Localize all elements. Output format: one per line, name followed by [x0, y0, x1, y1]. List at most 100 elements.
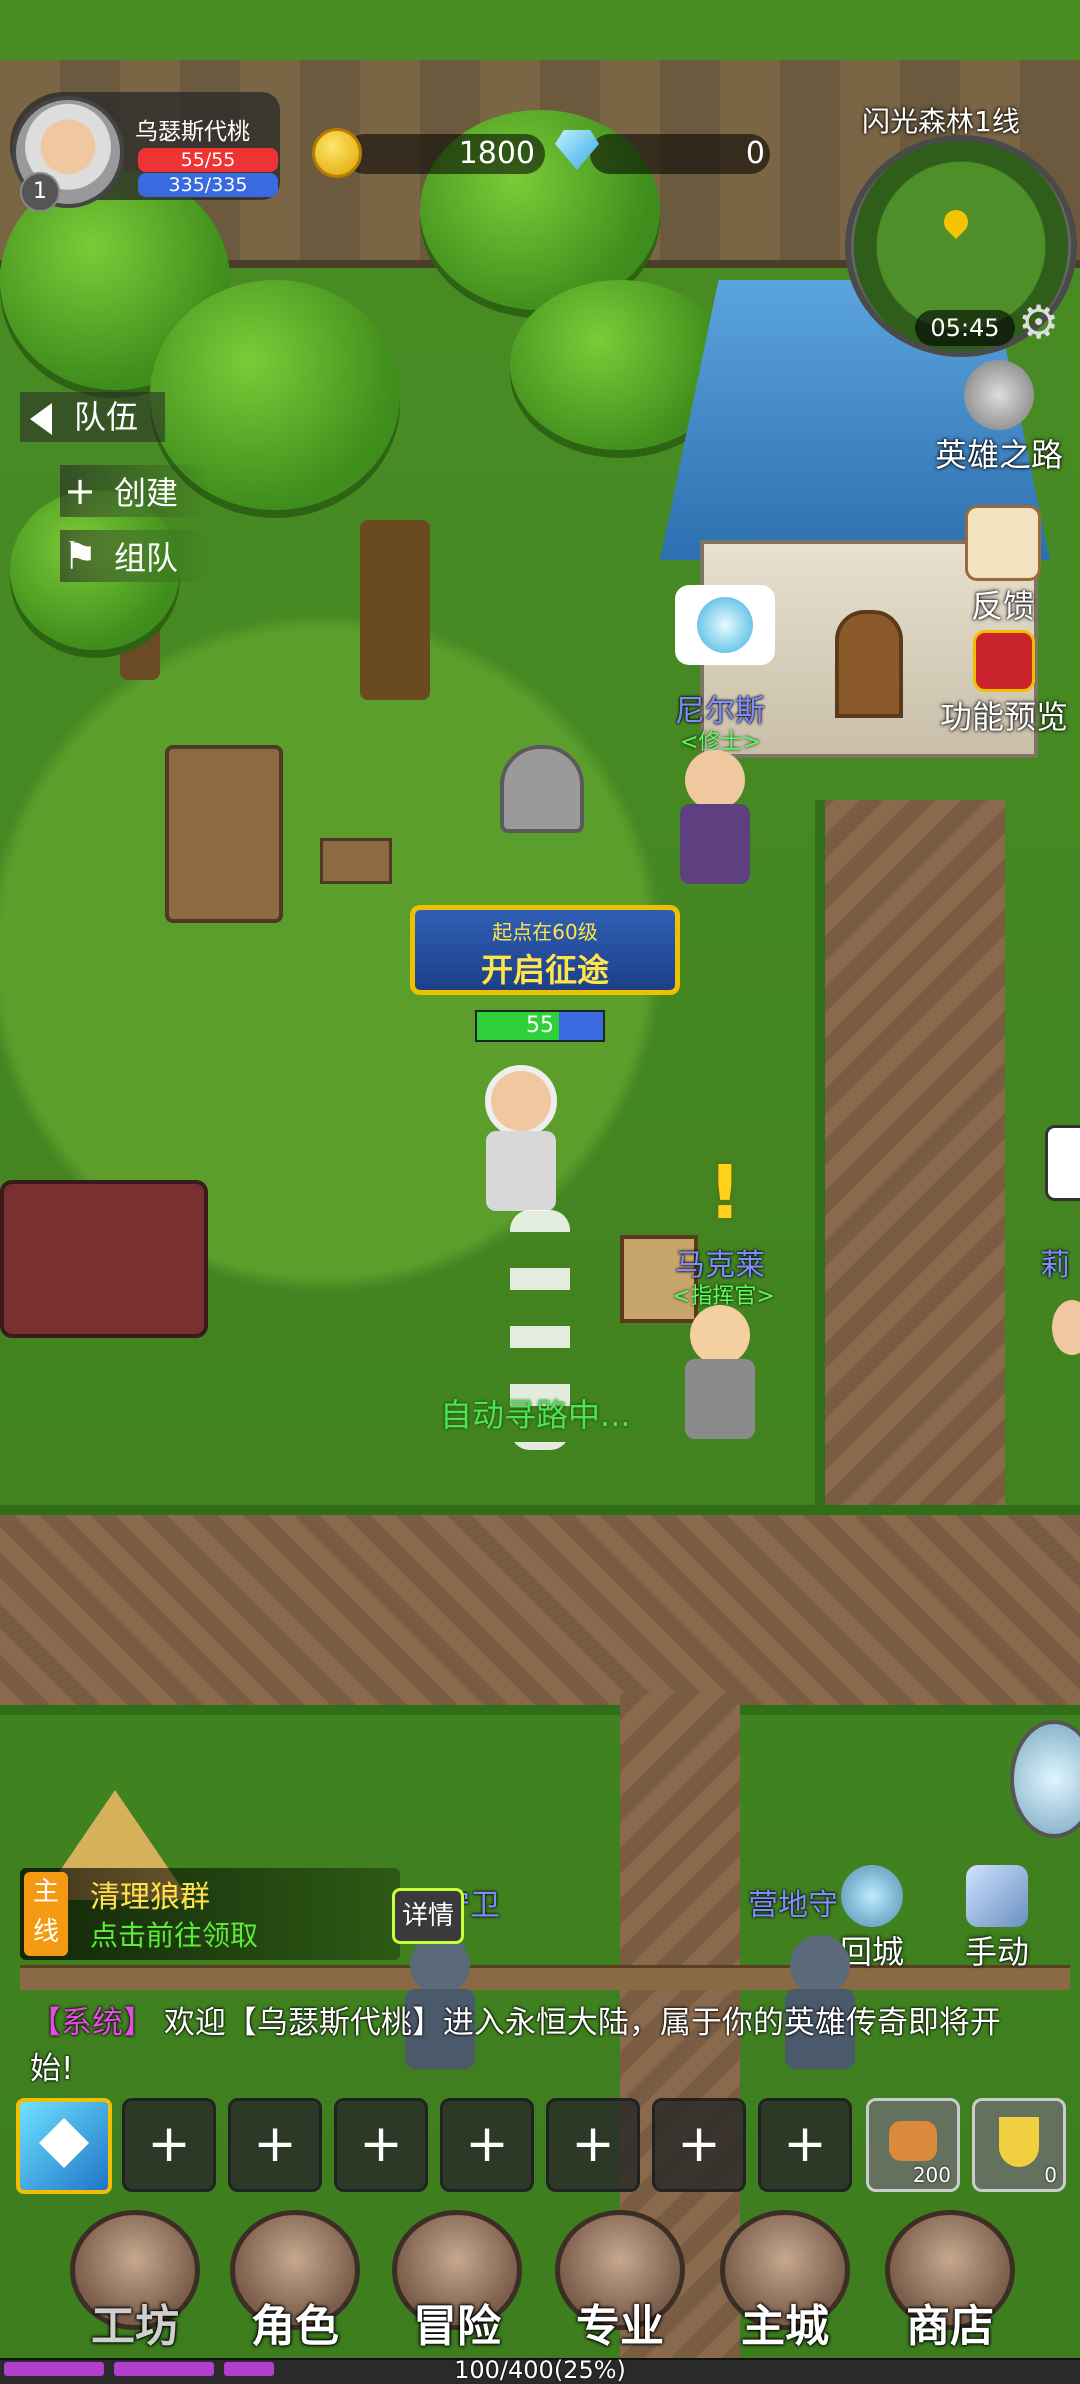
nav-label: 工坊	[91, 2301, 179, 2352]
banner-title: 开启征途	[480, 951, 609, 989]
npc-bubble[interactable]	[675, 585, 775, 665]
potion-item-slot[interactable]: 0	[972, 2098, 1066, 2192]
nav-label: 角色	[251, 2301, 339, 2352]
game-clock: 05:45	[915, 310, 1015, 346]
npc-name-li: 莉	[1040, 1248, 1070, 1283]
hp-bar: 55/55	[138, 148, 278, 172]
potion-count: 0	[1044, 2163, 1057, 2187]
nav-profession[interactable]: 专业	[545, 2210, 695, 2360]
helmet-icon	[964, 360, 1034, 430]
autopath-status: 自动寻路中...	[440, 1396, 631, 1434]
npc-niels[interactable]	[680, 750, 750, 884]
potion-icon	[999, 2117, 1039, 2167]
create-team-label: 创建	[114, 474, 179, 512]
hero-road-button[interactable]: 英雄之路	[935, 360, 1063, 476]
gold-value: 1800	[458, 136, 535, 171]
feedback-icon	[965, 505, 1041, 581]
bread-item-slot[interactable]: 200	[866, 2098, 960, 2192]
skill-slot[interactable]: +	[546, 2098, 640, 2192]
team-tab[interactable]: 队伍	[20, 392, 165, 442]
skill-slot[interactable]: +	[334, 2098, 428, 2192]
nav-adventure[interactable]: 冒险	[382, 2210, 532, 2360]
feature-preview-button[interactable]: 功能预览	[940, 630, 1068, 738]
gem-value: 0	[745, 136, 765, 171]
chat-tag: 【系统】	[30, 2005, 154, 2041]
skill-slot[interactable]: +	[122, 2098, 216, 2192]
gold-coin-icon[interactable]	[312, 128, 362, 178]
banner-subtitle: 起点在60级	[492, 920, 598, 944]
skill-slot[interactable]: +	[228, 2098, 322, 2192]
quest-subtitle[interactable]: 点击前往领取	[90, 1914, 258, 1954]
dirt-road	[0, 1505, 1080, 1715]
nav-label: 商店	[906, 2301, 994, 2352]
castle-door	[835, 610, 903, 718]
dirt-path	[815, 800, 1005, 1520]
chat-message: 欢迎【乌瑟斯代桃】进入永恒大陆，属于你的英雄传奇即将开始!	[30, 2005, 1001, 2087]
npc-head	[690, 1305, 750, 1365]
nav-character[interactable]: 角色	[220, 2210, 370, 2360]
sword-skill-icon	[39, 2118, 89, 2168]
feature-preview-label: 功能预览	[940, 698, 1069, 736]
skill-slot[interactable]: +	[758, 2098, 852, 2192]
hero-road-label: 英雄之路	[935, 436, 1064, 474]
npc-quest-icon[interactable]	[1045, 1125, 1080, 1201]
quest-detail-button[interactable]: 详情	[392, 1888, 464, 1944]
join-team-button[interactable]: ⚑ 组队	[60, 530, 210, 582]
system-chat[interactable]: 【系统】 欢迎【乌瑟斯代桃】进入永恒大陆，属于你的英雄传奇即将开始!	[30, 2000, 1010, 2092]
npc-head	[685, 750, 745, 810]
player-level: 1	[20, 172, 60, 212]
signpost	[320, 838, 392, 884]
return-town-icon	[841, 1865, 903, 1927]
npc-name-camp-guard: 营地守	[748, 1888, 838, 1923]
wooden-shed	[165, 745, 283, 923]
npc-body	[685, 1359, 755, 1439]
nav-shop[interactable]: 商店	[875, 2210, 1025, 2360]
bread-count: 200	[912, 2163, 951, 2187]
map-name: 闪光森林1线	[862, 105, 1020, 138]
npc-body	[680, 804, 750, 884]
npc-head	[1052, 1300, 1080, 1355]
flag-icon: ⚑	[62, 534, 98, 578]
feedback-label: 反馈	[970, 587, 1035, 625]
quest-exclamation-icon: !	[708, 1150, 742, 1236]
nav-label: 主城	[741, 2301, 829, 2352]
dead-tree	[360, 520, 430, 700]
nav-workshop[interactable]: 工坊	[60, 2210, 210, 2360]
gear-icon[interactable]: ⚙	[1018, 295, 1059, 349]
npc-helmet	[410, 1935, 470, 1995]
nav-main-city[interactable]: 主城	[710, 2210, 860, 2360]
plus-icon: +	[64, 469, 96, 513]
join-team-label: 组队	[114, 539, 179, 577]
manual-label: 手动	[965, 1933, 1030, 1971]
main-quest-tag: 主线	[24, 1872, 68, 1956]
bread-icon	[889, 2121, 937, 2161]
main-skill-button[interactable]	[16, 2098, 112, 2194]
feedback-button[interactable]: 反馈	[965, 505, 1041, 627]
skill-slot[interactable]: +	[652, 2098, 746, 2192]
create-team-button[interactable]: + 创建	[60, 465, 210, 517]
preview-icon	[973, 630, 1035, 692]
npc-li[interactable]	[1052, 1300, 1080, 1355]
bottom-nav: 工坊 角色 冒险 专业 主城 商店	[0, 2210, 1080, 2360]
start-journey-banner[interactable]: 起点在60级 开启征途	[410, 905, 680, 995]
experience-text: 100/400(25%)	[454, 2356, 626, 2384]
player-name: 乌瑟斯代桃	[135, 119, 250, 145]
player-head	[485, 1065, 557, 1137]
player-overhead-bar: 55	[475, 1010, 605, 1042]
nav-label: 专业	[576, 2301, 664, 2352]
player-body	[486, 1131, 556, 1211]
quest-title: 清理狼群	[90, 1880, 210, 1915]
npc-maclay[interactable]	[685, 1305, 755, 1439]
player-character[interactable]	[485, 1065, 557, 1211]
mp-bar: 335/335	[138, 173, 278, 197]
team-title: 队伍	[74, 398, 139, 436]
nav-label: 冒险	[413, 2301, 501, 2352]
fence	[20, 1965, 1070, 1990]
well	[500, 745, 584, 833]
manual-icon	[966, 1865, 1028, 1927]
npc-helmet	[790, 1935, 850, 1995]
merchant-wagon[interactable]	[0, 1180, 208, 1338]
skill-slot[interactable]: +	[440, 2098, 534, 2192]
collapse-arrow-icon	[30, 403, 52, 435]
manual-button[interactable]: 手动	[965, 1865, 1029, 1973]
